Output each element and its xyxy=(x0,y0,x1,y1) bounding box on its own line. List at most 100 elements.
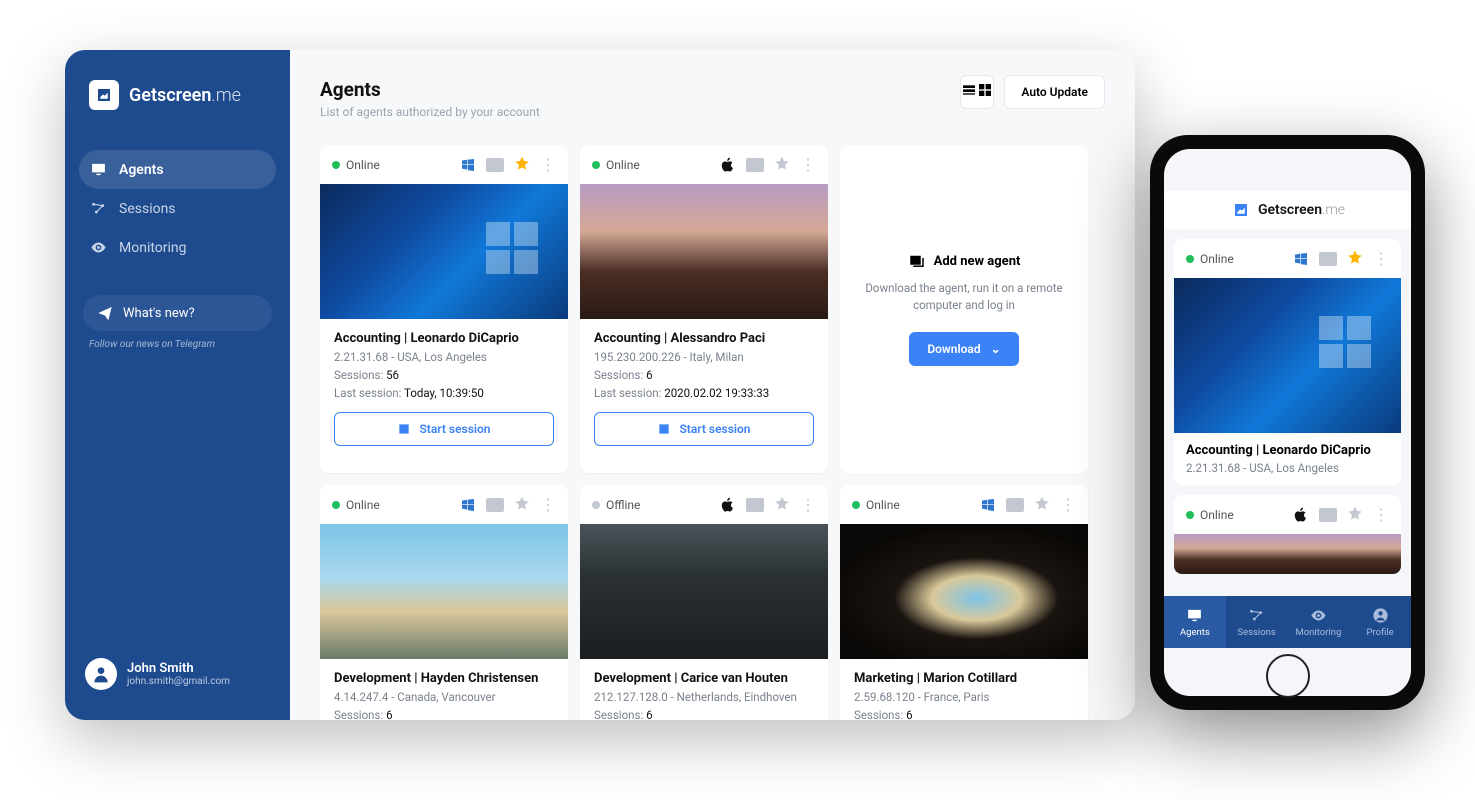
favorite-star[interactable] xyxy=(774,155,790,174)
chat-icon xyxy=(486,498,504,512)
agent-thumbnail xyxy=(840,524,1088,659)
mobile-tab-sessions[interactable]: Sessions xyxy=(1226,596,1288,648)
sidebar-label: Agents xyxy=(119,162,164,178)
mobile-agent-card[interactable]: Online ⋮ Accounting | Leonardo DiCaprio … xyxy=(1174,239,1401,485)
favorite-star[interactable] xyxy=(1034,495,1050,514)
sidebar-item-sessions[interactable]: Sessions xyxy=(65,189,290,228)
download-button[interactable]: Download⌄ xyxy=(909,332,1018,366)
more-menu[interactable]: ⋮ xyxy=(1373,505,1389,524)
agent-ip: 2.21.31.68 - USA, Los Angeles xyxy=(1186,461,1389,475)
more-menu[interactable]: ⋮ xyxy=(800,495,816,514)
app-logo: Getscreen.me xyxy=(65,80,290,150)
agent-last-session: Last session: 2020.02.02 19:33:33 xyxy=(594,386,814,400)
chat-icon xyxy=(1319,508,1337,522)
apple-icon xyxy=(1293,507,1309,523)
agent-card[interactable]: Online ⋮ Development | Hayden Christense… xyxy=(320,485,568,720)
view-toggle xyxy=(960,75,994,109)
agent-title: Accounting | Leonardo DiCaprio xyxy=(334,331,554,346)
windows-icon xyxy=(1293,251,1309,267)
user-email: john.smith@gmail.com xyxy=(127,676,230,687)
agent-thumbnail xyxy=(1174,278,1401,433)
status-dot xyxy=(852,501,860,509)
mobile-tab-profile[interactable]: Profile xyxy=(1349,596,1411,648)
whats-new-label: What's new? xyxy=(123,306,195,321)
agent-title: Development | Carice van Houten xyxy=(594,671,814,686)
mobile-tab-monitoring[interactable]: Monitoring xyxy=(1288,596,1350,648)
agent-sessions: Sessions: 6 xyxy=(334,708,554,720)
agent-sessions: Sessions: 6 xyxy=(854,708,1074,720)
more-menu[interactable]: ⋮ xyxy=(540,495,556,514)
favorite-star[interactable] xyxy=(774,495,790,514)
mobile-tabbar: Agents Sessions Monitoring Profile xyxy=(1164,596,1411,648)
chat-icon xyxy=(746,498,764,512)
agent-card[interactable]: Offline ⋮ Development | Carice van Houte… xyxy=(580,485,828,720)
sidebar-label: Monitoring xyxy=(119,240,187,256)
start-session-button[interactable]: Start session xyxy=(594,412,814,446)
status-text: Online xyxy=(346,498,406,512)
auto-update-button[interactable]: Auto Update xyxy=(1004,75,1105,109)
whats-new-button[interactable]: What's new? xyxy=(83,295,272,331)
chat-icon xyxy=(746,158,764,172)
agent-ip: 4.14.247.4 - Canada, Vancouver xyxy=(334,690,554,704)
mobile-tab-agents[interactable]: Agents xyxy=(1164,596,1226,648)
user-menu[interactable]: John Smith john.smith@gmail.com xyxy=(65,658,290,690)
sidebar-item-agents[interactable]: Agents xyxy=(79,150,276,189)
profile-icon xyxy=(1372,607,1389,624)
logo-text-a: Getscreen xyxy=(1258,202,1322,218)
monitor-icon xyxy=(1186,607,1203,624)
user-name: John Smith xyxy=(127,661,230,676)
card-header: Online ⋮ xyxy=(320,145,568,184)
logo-text-b: .me xyxy=(1322,202,1345,218)
eye-icon xyxy=(1310,607,1327,624)
favorite-star[interactable] xyxy=(1347,505,1363,524)
apple-icon xyxy=(720,157,736,173)
card-header: Online ⋮ xyxy=(1174,495,1401,534)
agent-title: Marketing | Marion Cotillard xyxy=(854,671,1074,686)
sidebar-label: Sessions xyxy=(119,201,176,217)
phone-home-button xyxy=(1266,654,1310,698)
windows-icon xyxy=(460,497,476,513)
more-menu[interactable]: ⋮ xyxy=(1373,249,1389,268)
agent-card[interactable]: Online ⋮ Accounting | Alessandro Paci 19… xyxy=(580,145,828,473)
sessions-icon xyxy=(89,200,107,217)
telegram-icon xyxy=(97,305,113,321)
agent-card[interactable]: Online ⋮ Accounting | Leonardo DiCaprio … xyxy=(320,145,568,473)
add-agent-card: Add new agent Download the agent, run it… xyxy=(840,145,1088,473)
favorite-star[interactable] xyxy=(514,155,530,174)
logo-text-b: .me xyxy=(211,85,241,106)
view-grid-button[interactable] xyxy=(977,82,993,102)
agent-title: Accounting | Alessandro Paci xyxy=(594,331,814,346)
app-window: Getscreen.me Agents Sessions Monitoring … xyxy=(65,50,1135,720)
more-menu[interactable]: ⋮ xyxy=(540,155,556,174)
share-icon xyxy=(657,422,671,436)
status-dot xyxy=(332,161,340,169)
follow-text: Follow our news on Telegram xyxy=(65,331,290,350)
agent-title: Development | Hayden Christensen xyxy=(334,671,554,686)
favorite-star[interactable] xyxy=(1347,249,1363,268)
agent-card[interactable]: Online ⋮ Marketing | Marion Cotillard 2.… xyxy=(840,485,1088,720)
more-menu[interactable]: ⋮ xyxy=(800,155,816,174)
card-header: Offline ⋮ xyxy=(580,485,828,524)
sidebar: Getscreen.me Agents Sessions Monitoring … xyxy=(65,50,290,720)
status-dot xyxy=(332,501,340,509)
agent-ip: 212.127.128.0 - Netherlands, Eindhoven xyxy=(594,690,814,704)
card-header: Online ⋮ xyxy=(320,485,568,524)
status-text: Offline xyxy=(606,498,666,512)
more-menu[interactable]: ⋮ xyxy=(1060,495,1076,514)
card-header: Online ⋮ xyxy=(580,145,828,184)
grid-icon xyxy=(977,82,993,98)
favorite-star[interactable] xyxy=(514,495,530,514)
chat-icon xyxy=(486,158,504,172)
view-list-button[interactable] xyxy=(961,82,977,102)
chat-icon xyxy=(1319,252,1337,266)
user-avatar-icon xyxy=(85,658,117,690)
status-dot xyxy=(592,161,600,169)
sidebar-item-monitoring[interactable]: Monitoring xyxy=(65,228,290,267)
start-session-button[interactable]: Start session xyxy=(334,412,554,446)
phone-screen: Getscreen.me Online ⋮ Accounting | Leona… xyxy=(1164,149,1411,696)
logo-text-a: Getscreen xyxy=(129,85,211,106)
mobile-agent-card[interactable]: Online ⋮ xyxy=(1174,495,1401,574)
add-agent-desc: Download the agent, run it on a remote c… xyxy=(858,280,1070,313)
agent-title: Accounting | Leonardo DiCaprio xyxy=(1186,443,1389,458)
share-icon xyxy=(397,422,411,436)
